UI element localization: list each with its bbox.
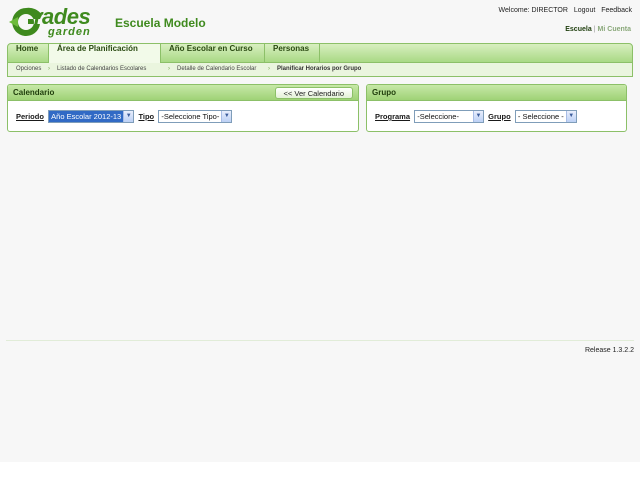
- calendar-panel-title: Calendario: [13, 88, 55, 97]
- chevron-down-icon: ▼: [565, 111, 576, 122]
- periodo-label: Periodo: [16, 112, 44, 121]
- page-background: rades garden Escuela Modelo Welcome: DIR…: [0, 0, 640, 462]
- breadcrumb-listado-calendarios[interactable]: Listado de Calendarios Escolares: [57, 63, 146, 76]
- tab-personas[interactable]: Personas: [265, 44, 320, 63]
- release-version: Release 1.3.2.2: [584, 347, 634, 354]
- group-panel: Grupo Programa -Seleccione- ▼ Grupo - Se…: [366, 84, 627, 132]
- programa-label: Programa: [375, 112, 411, 121]
- group-panel-title: Grupo: [372, 88, 396, 97]
- breadcrumb-detalle-calendario[interactable]: Detalle de Calendario Escolar: [177, 63, 256, 76]
- account-separator: |: [593, 26, 596, 33]
- breadcrumb-separator-icon: ›: [168, 66, 170, 72]
- programa-select[interactable]: -Seleccione- ▼: [414, 110, 484, 123]
- chevron-down-icon: ▼: [472, 111, 483, 122]
- tab-home[interactable]: Home: [8, 44, 49, 63]
- grupo-label: Grupo: [488, 112, 511, 121]
- breadcrumb-opciones[interactable]: Opciones: [16, 63, 41, 76]
- calendar-panel-header: Calendario << Ver Calendario: [8, 85, 358, 101]
- logo-subtext: garden: [48, 26, 91, 38]
- logout-link[interactable]: Logout: [574, 7, 595, 14]
- my-account-link[interactable]: Mi Cuenta: [598, 26, 631, 33]
- tipo-label: Tipo: [138, 112, 155, 121]
- periodo-select[interactable]: Año Escolar 2012-13 ▼: [48, 110, 135, 123]
- gradesgarden-logo[interactable]: rades garden: [6, 4, 104, 38]
- user-links: Welcome: DIRECTOR Logout Feedback: [495, 7, 632, 14]
- school-name: Escuela Modelo: [115, 16, 206, 30]
- welcome-text: Welcome: DIRECTOR: [498, 7, 568, 14]
- calendar-panel: Calendario << Ver Calendario Periodo Año…: [7, 84, 359, 132]
- school-link[interactable]: Escuela: [565, 26, 591, 33]
- breadcrumb-current: Planificar Horarios por Grupo: [277, 66, 362, 72]
- main-nav: Home Área de Planificación Año Escolar e…: [7, 43, 633, 63]
- grupo-select[interactable]: - Seleccione - ▼: [514, 110, 577, 123]
- breadcrumb: Opciones › Listado de Calendarios Escola…: [7, 63, 633, 77]
- chevron-down-icon: ▼: [221, 111, 232, 122]
- feedback-link[interactable]: Feedback: [601, 7, 632, 14]
- breadcrumb-separator-icon: ›: [268, 66, 270, 72]
- ver-calendario-button[interactable]: << Ver Calendario: [274, 87, 353, 99]
- periodo-select-value: Año Escolar 2012-13: [49, 111, 134, 122]
- tab-area-planificacion[interactable]: Área de Planificación: [49, 44, 161, 63]
- footer-divider: [6, 340, 634, 341]
- breadcrumb-separator-icon: ›: [48, 66, 50, 72]
- group-panel-header: Grupo: [367, 85, 626, 101]
- tipo-select[interactable]: -Seleccione Tipo- ▼: [158, 110, 233, 123]
- account-links: Escuela | Mi Cuenta: [565, 26, 631, 33]
- tab-ano-escolar[interactable]: Año Escolar en Curso: [161, 44, 265, 63]
- group-filter-row: Programa -Seleccione- ▼ Grupo - Seleccio…: [375, 110, 579, 123]
- chevron-down-icon: ▼: [123, 111, 134, 122]
- calendar-filter-row: Periodo Año Escolar 2012-13 ▼ Tipo -Sele…: [16, 110, 234, 123]
